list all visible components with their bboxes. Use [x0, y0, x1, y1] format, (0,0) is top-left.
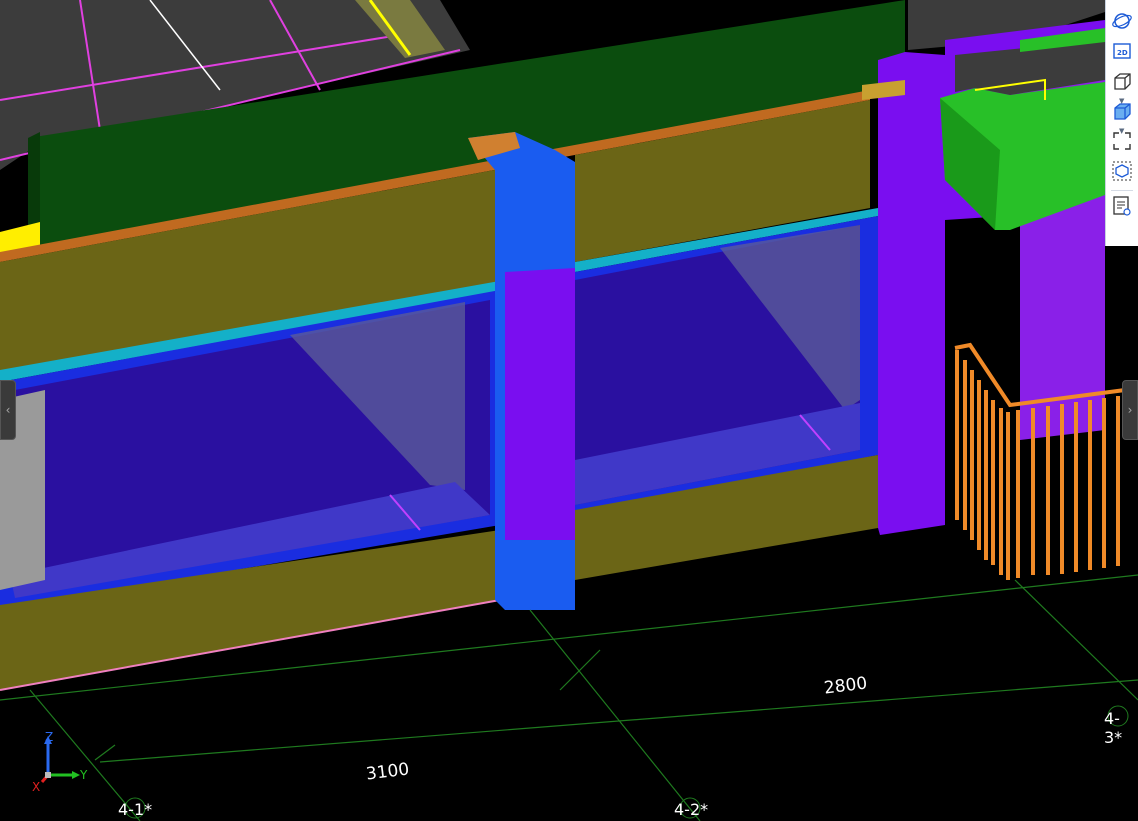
view-toolbar: 2D ▼ ▼ — [1105, 0, 1138, 246]
left-panel-toggle[interactable]: ‹ — [0, 380, 16, 440]
grid-axis-label-1: 4-1* — [118, 800, 153, 819]
right-panel-toggle[interactable]: › — [1122, 380, 1138, 440]
model-scene[interactable] — [0, 0, 1138, 821]
orbit-button[interactable] — [1110, 11, 1134, 35]
view-cube-icon — [1111, 70, 1133, 96]
toolbar-divider — [1111, 190, 1133, 191]
3d-viewport[interactable]: 3100 2800 4-1* 4-2* 4-3* Z Y X ‹ › 2D ▼ … — [0, 0, 1138, 821]
shaded-view-button[interactable]: ▼ — [1110, 100, 1134, 135]
2d-label: 2D — [1117, 49, 1128, 57]
axis-triad: Z Y X — [28, 730, 98, 800]
section-box-button[interactable] — [1110, 161, 1134, 185]
properties-view-button[interactable] — [1110, 196, 1134, 220]
grid-axis-label-3: 4-3* — [1104, 709, 1123, 747]
column-purple-right — [878, 52, 945, 535]
2d-view-icon: 2D — [1111, 40, 1133, 66]
section-box-icon — [1111, 160, 1133, 186]
grid-axis-label-2: 4-2* — [674, 800, 709, 819]
view-cube-button[interactable]: ▼ — [1110, 70, 1134, 105]
properties-view-icon — [1111, 195, 1133, 221]
fit-view-button[interactable] — [1110, 131, 1134, 155]
column-purple-mid — [505, 268, 575, 540]
shaded-box-icon — [1111, 100, 1133, 126]
x-axis-label: X — [32, 780, 41, 794]
z-axis-label: Z — [45, 730, 54, 744]
2d-view-button[interactable]: 2D — [1110, 41, 1134, 65]
fit-view-icon — [1111, 130, 1133, 156]
y-axis-label: Y — [80, 768, 88, 782]
orbit-icon — [1111, 10, 1133, 36]
